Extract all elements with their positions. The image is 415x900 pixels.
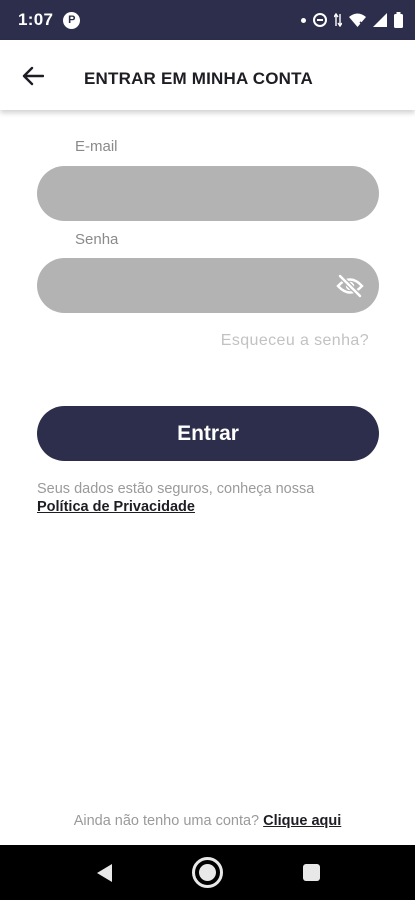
signup-prompt: Ainda não tenho uma conta? Clique aqui [0, 813, 415, 829]
back-button[interactable] [18, 61, 48, 91]
data-arrows-icon [334, 13, 342, 27]
nav-back-icon[interactable] [94, 862, 116, 884]
page-title: ENTRAR EM MINHA CONTA [84, 69, 313, 88]
privacy-notice-text: Seus dados estão seguros, conheça nossa [37, 481, 315, 497]
arrow-left-icon [22, 66, 44, 86]
status-bar: 1:07 P [0, 0, 415, 40]
notification-dot-icon [301, 17, 306, 23]
notification-app-icon: P [63, 11, 81, 29]
app-bar: ENTRAR EM MINHA CONTA [0, 40, 415, 110]
eye-off-icon [336, 274, 364, 298]
password-visibility-toggle[interactable] [335, 272, 365, 300]
privacy-policy-link[interactable]: Política de Privacidade [37, 499, 195, 515]
status-time: 1:07 [18, 10, 54, 29]
nav-home-button[interactable] [192, 857, 223, 888]
forgot-password-link[interactable]: Esqueceu a senha? [221, 332, 369, 350]
status-icons [301, 12, 403, 28]
signup-text: Ainda não tenho uma conta? [73, 813, 260, 829]
battery-icon [394, 12, 403, 28]
password-field[interactable] [37, 258, 379, 313]
home-circle-icon [199, 864, 216, 881]
signup-link[interactable]: Clique aqui [263, 813, 341, 829]
system-navigation-bar [0, 845, 415, 900]
login-button[interactable]: Entrar [37, 406, 379, 461]
email-label: E-mail [75, 138, 118, 155]
do-not-disturb-icon [313, 13, 327, 27]
nav-recents-icon[interactable] [303, 864, 320, 881]
cellular-signal-icon [373, 13, 387, 27]
wifi-icon [349, 13, 366, 27]
password-label: Senha [75, 231, 119, 248]
email-field[interactable] [37, 166, 379, 221]
